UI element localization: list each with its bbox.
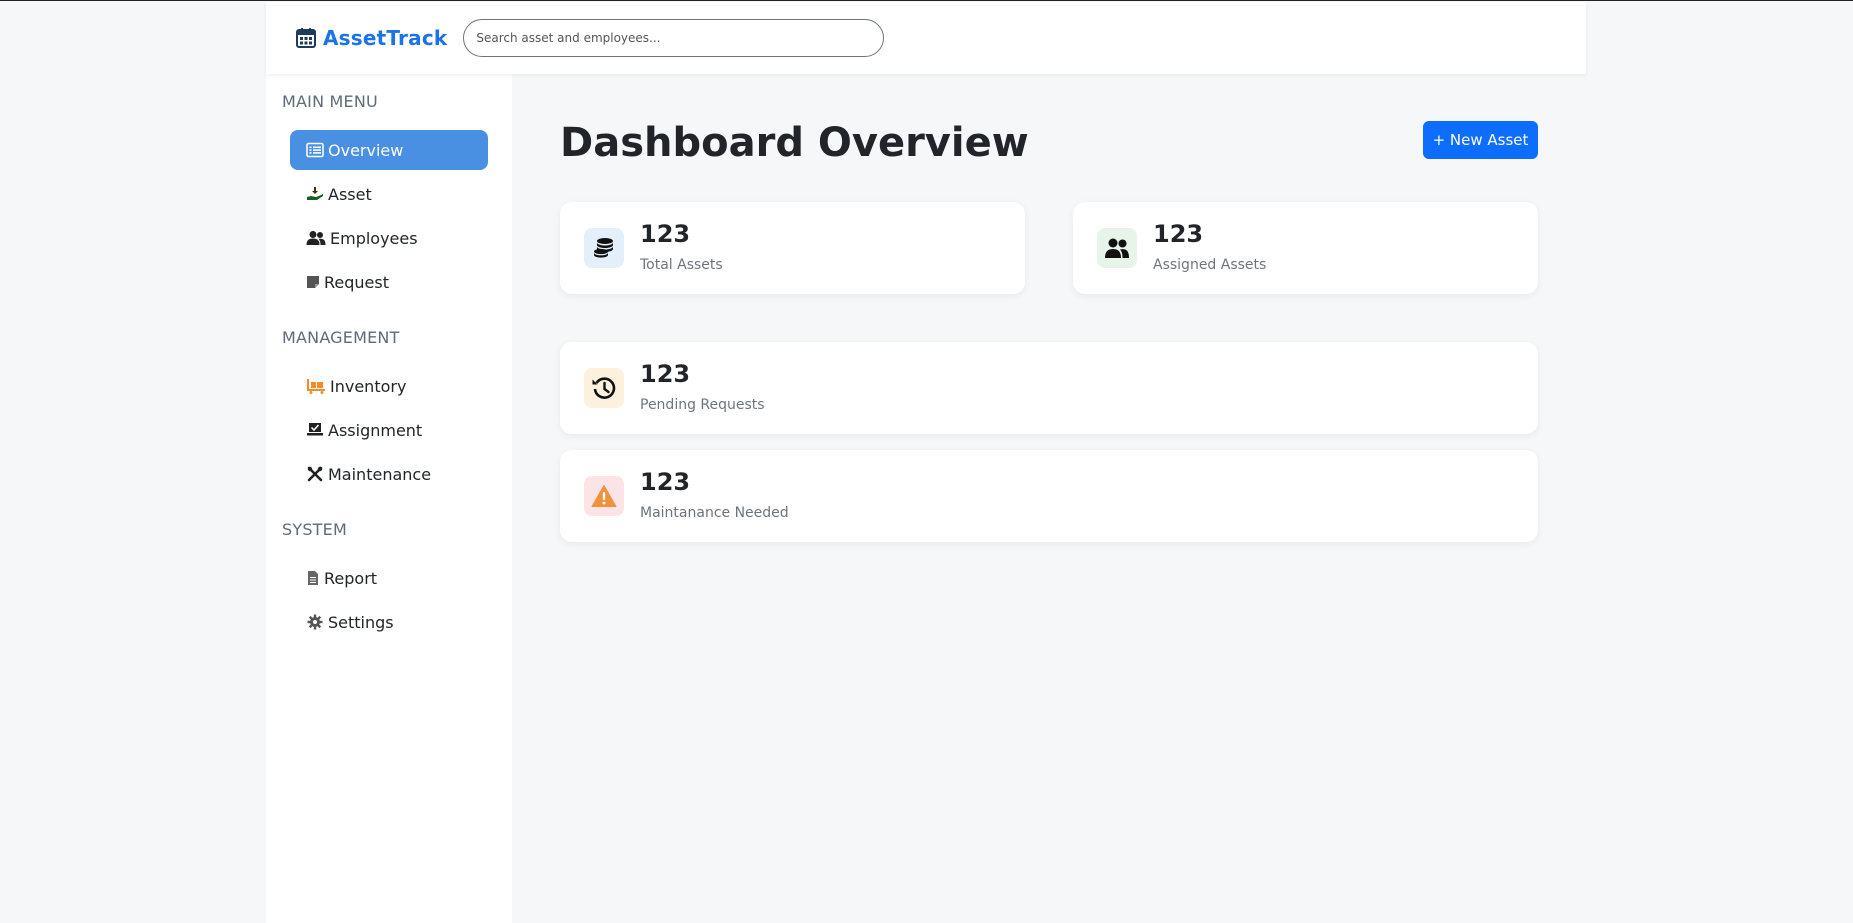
stat-card-assigned-assets: 123 Assigned Assets (1073, 202, 1538, 294)
history-icon (584, 368, 624, 408)
file-icon (306, 569, 320, 587)
gear-icon (306, 613, 324, 631)
search-input[interactable] (463, 19, 885, 57)
note-icon (306, 273, 320, 291)
sidebar-item-label: Employees (330, 228, 418, 248)
users-icon (306, 229, 326, 247)
maintenance-needed-label: Maintanance Needed (640, 505, 789, 521)
dolly-icon (306, 377, 326, 395)
assigned-assets-label: Assigned Assets (1153, 257, 1267, 273)
sidebar-item-inventory[interactable]: Inventory (290, 366, 488, 406)
sidebar-item-label: Request (324, 272, 389, 292)
sidebar-item-maintenance[interactable]: Maintenance (290, 454, 488, 494)
calendar-logo-icon (296, 28, 316, 48)
main-content: Dashboard Overview 123 Total Assets 123 … (512, 74, 1586, 923)
maintenance-needed-value: 123 (640, 468, 691, 496)
sidebar-item-label: Assignment (328, 420, 423, 440)
sidebar-item-settings[interactable]: Settings (290, 602, 488, 642)
section-title-management: MANAGEMENT (282, 328, 400, 347)
sidebar-item-label: Report (324, 568, 378, 588)
sidebar-item-label: Asset (328, 184, 372, 204)
laptop-check-icon (306, 421, 324, 439)
pending-requests-value: 123 (640, 360, 691, 388)
new-asset-button[interactable]: + New Asset (1423, 121, 1538, 159)
sidebar-item-label: Overview (328, 140, 404, 160)
sidebar-item-employees[interactable]: Employees (290, 218, 488, 258)
page-title: Dashboard Overview (560, 120, 1029, 166)
sidebar: MAIN MENU Overview Asset Employees Reque… (266, 74, 512, 923)
sidebar-item-label: Settings (328, 612, 394, 632)
users-icon (1097, 228, 1137, 268)
stat-card-maintenance-needed: 123 Maintanance Needed (560, 450, 1538, 542)
section-title-main-menu: MAIN MENU (282, 92, 378, 111)
top-navbar: AssetTrack (266, 2, 1586, 74)
stat-card-total-assets: 123 Total Assets (560, 202, 1025, 294)
total-assets-label: Total Assets (640, 257, 723, 273)
sidebar-item-request[interactable]: Request (290, 262, 488, 302)
coins-icon (584, 228, 624, 268)
sidebar-item-label: Inventory (330, 376, 407, 396)
list-alt-icon (306, 141, 324, 159)
hand-holding-dollar-icon (306, 185, 324, 203)
brand-name: AssetTrack (323, 26, 448, 50)
sidebar-item-assignment[interactable]: Assignment (290, 410, 488, 450)
brand[interactable]: AssetTrack (295, 26, 447, 50)
sidebar-item-report[interactable]: Report (290, 558, 488, 598)
sidebar-item-overview[interactable]: Overview (290, 130, 488, 170)
section-title-system: SYSTEM (282, 520, 347, 539)
app-root: AssetTrack MAIN MENU Overview Asset Empl… (266, 2, 1586, 923)
stat-card-pending-requests: 123 Pending Requests (560, 342, 1538, 434)
warning-icon (584, 476, 624, 516)
assigned-assets-value: 123 (1153, 220, 1204, 248)
sidebar-item-label: Maintenance (328, 464, 432, 484)
total-assets-value: 123 (640, 220, 691, 248)
pending-requests-label: Pending Requests (640, 397, 765, 413)
sidebar-item-asset[interactable]: Asset (290, 174, 488, 214)
tools-icon (306, 465, 324, 483)
